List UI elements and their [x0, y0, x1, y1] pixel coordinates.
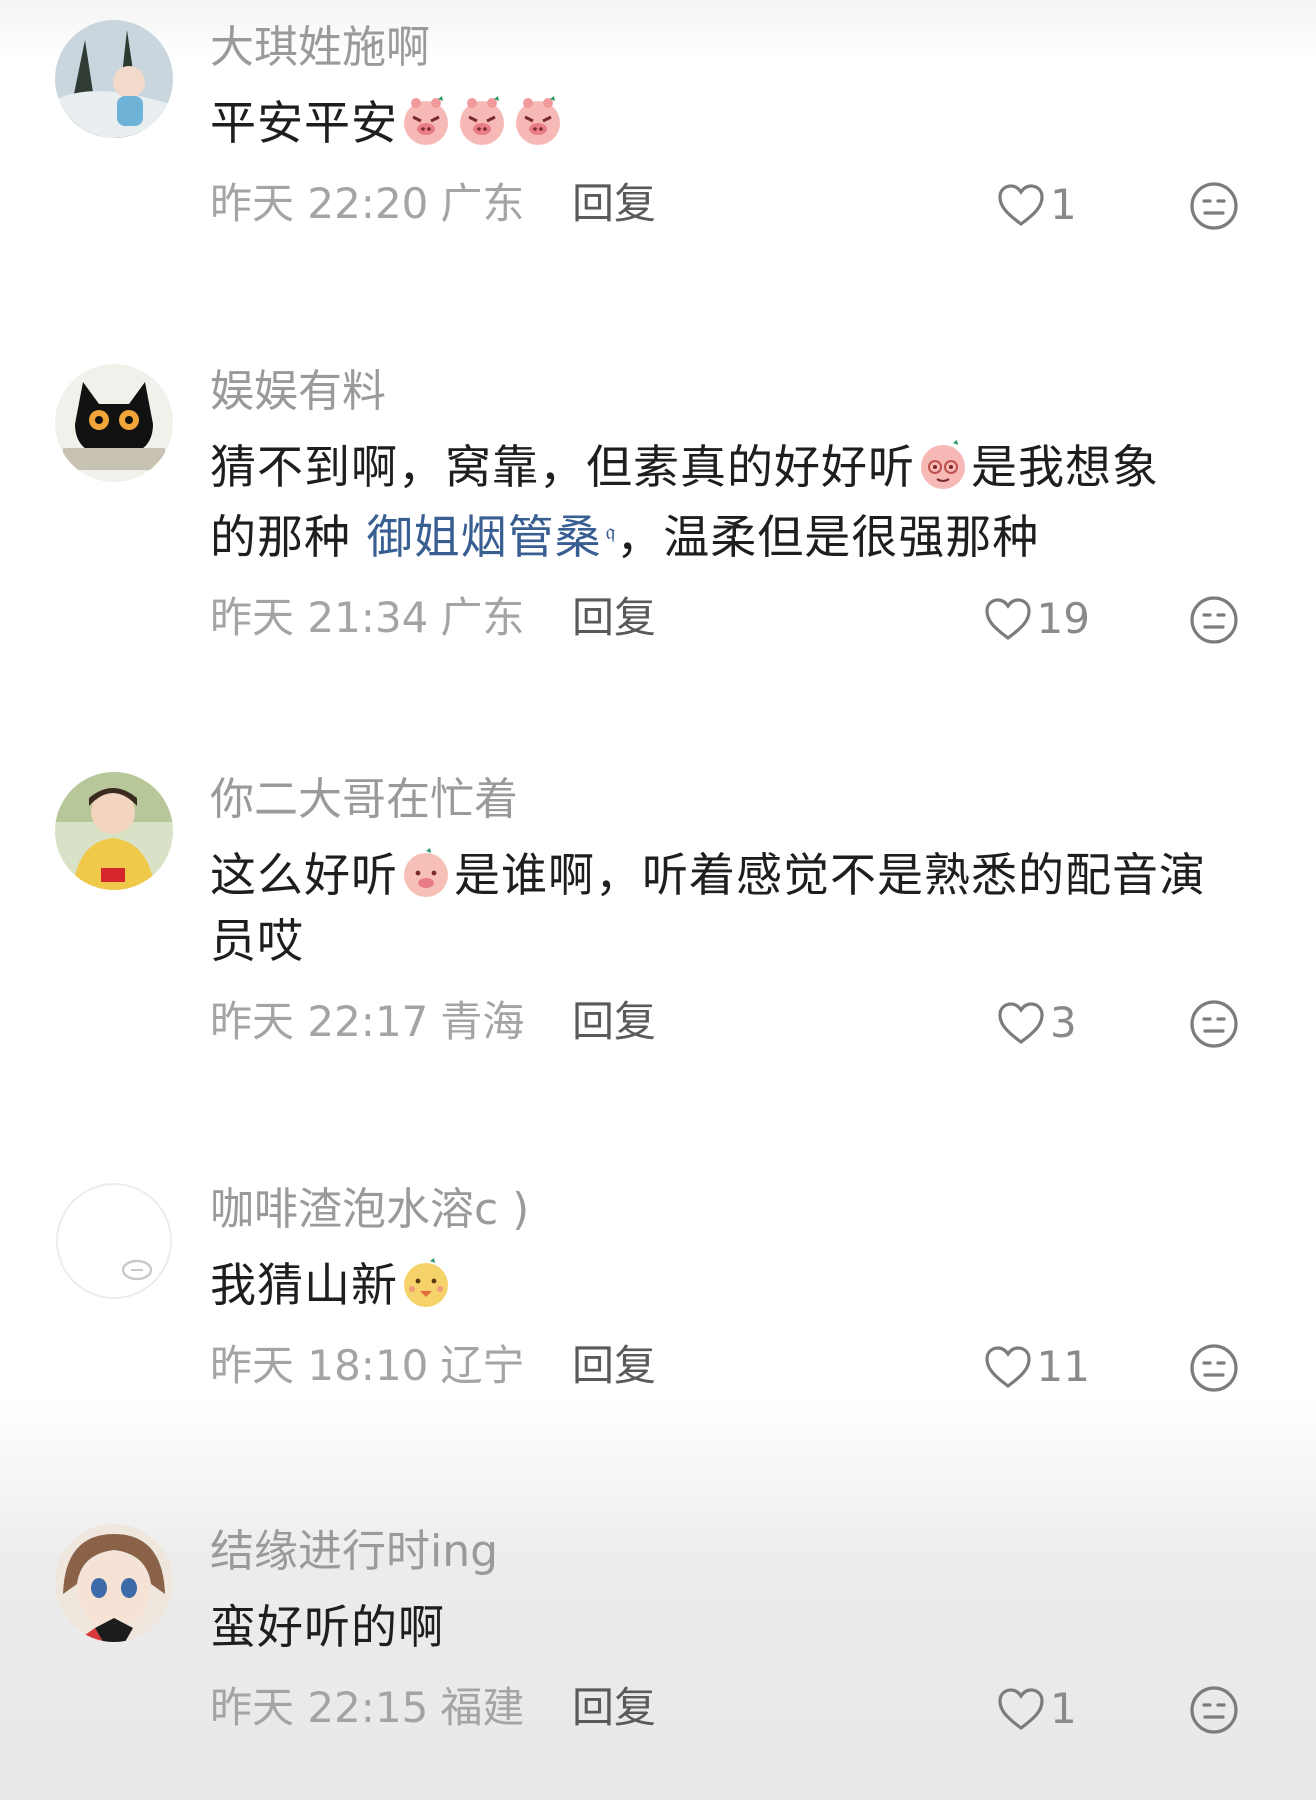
timestamp: 昨天 22:15 [210, 1683, 429, 1732]
blushing-face-emoji [917, 439, 969, 491]
neutral-face-icon [1188, 1342, 1240, 1394]
like-count: 1 [1050, 1684, 1077, 1733]
username[interactable]: 咖啡渣泡水溶c ) [210, 1182, 1240, 1238]
avatar[interactable] [55, 1524, 173, 1642]
reply-button[interactable]: 回复 [572, 1336, 656, 1396]
pig-face-emoji [400, 847, 452, 899]
pig-face-emoji [512, 95, 564, 147]
reply-button[interactable]: 回复 [572, 174, 656, 234]
neutral-face-icon [1188, 180, 1240, 232]
like-count: 19 [1036, 594, 1090, 643]
comment-text: 平安平安 [210, 90, 1240, 156]
comment-meta: 昨天 22:15 福建 回复 1 [210, 1678, 1240, 1738]
dislike-button[interactable] [1188, 594, 1240, 646]
location: 福建 [440, 1683, 525, 1732]
neutral-face-icon [1188, 594, 1240, 646]
like-count: 1 [1050, 180, 1077, 229]
like-button[interactable]: 11 [983, 1342, 1090, 1392]
reply-button[interactable]: 回复 [572, 1678, 656, 1738]
comment-meta: 昨天 22:17 青海 回复 3 [210, 992, 1240, 1052]
avatar[interactable] [55, 772, 173, 890]
like-count: 11 [1036, 1342, 1090, 1391]
like-button[interactable]: 19 [983, 594, 1090, 644]
like-button[interactable]: 1 [996, 180, 1090, 230]
comment-list: 大琪姓施啊 平安平安 昨天 22:20 广东 回复 1 娱娱有料 猜不到啊，窝靠… [0, 0, 1316, 1800]
comment-text: 这么好听 是谁啊，听着感觉不是熟悉的配音演员哎 [210, 847, 1206, 968]
search-icon[interactable]: 𝔮 [606, 520, 617, 545]
location: 广东 [440, 593, 525, 642]
avatar[interactable] [55, 20, 173, 138]
heart-outline-icon [983, 596, 1033, 642]
comment-meta: 昨天 21:34 广东 回复 19 [210, 588, 1240, 648]
heart-outline-icon [983, 1344, 1033, 1390]
comment-text: 猜不到啊，窝靠，但素真的好好听 是我想象 的那种 御姐烟管桑 𝔮，温柔但是很强那种 [210, 439, 1159, 564]
username[interactable]: 结缘进行时ing [210, 1524, 1240, 1580]
reply-button[interactable]: 回复 [572, 992, 656, 1052]
like-count: 3 [1050, 998, 1077, 1047]
comment-meta: 昨天 22:20 广东 回复 1 [210, 174, 1240, 234]
timestamp: 昨天 18:10 [210, 1341, 429, 1390]
comment-text: 我猜山新 [210, 1252, 1240, 1318]
username[interactable]: 大琪姓施啊 [210, 20, 1240, 76]
comment-meta: 昨天 18:10 辽宁 回复 11 [210, 1336, 1240, 1396]
reply-button[interactable]: 回复 [572, 588, 656, 648]
username[interactable]: 娱娱有料 [210, 364, 1240, 420]
avatar[interactable] [55, 364, 173, 482]
comment-text: 蛮好听的啊 [210, 1600, 445, 1654]
timestamp: 昨天 22:17 [210, 997, 429, 1046]
pig-face-emoji [456, 95, 508, 147]
pig-face-emoji [400, 95, 452, 147]
dislike-button[interactable] [1188, 998, 1240, 1050]
timestamp: 昨天 22:20 [210, 179, 429, 228]
neutral-face-icon [1188, 1684, 1240, 1736]
search-link[interactable]: 御姐烟管桑 [367, 510, 602, 564]
like-button[interactable]: 1 [996, 1684, 1090, 1734]
username[interactable]: 你二大哥在忙着 [210, 772, 1240, 828]
timestamp: 昨天 21:34 [210, 593, 429, 642]
heart-outline-icon [996, 1686, 1046, 1732]
heart-outline-icon [996, 1000, 1046, 1046]
dislike-button[interactable] [1188, 1684, 1240, 1736]
location: 广东 [440, 179, 525, 228]
location: 辽宁 [440, 1341, 525, 1390]
chick-face-emoji [400, 1257, 452, 1309]
dislike-button[interactable] [1188, 180, 1240, 232]
avatar[interactable] [55, 1182, 173, 1300]
location: 青海 [440, 997, 525, 1046]
neutral-face-icon [1188, 998, 1240, 1050]
heart-outline-icon [996, 182, 1046, 228]
like-button[interactable]: 3 [996, 998, 1090, 1048]
dislike-button[interactable] [1188, 1342, 1240, 1394]
